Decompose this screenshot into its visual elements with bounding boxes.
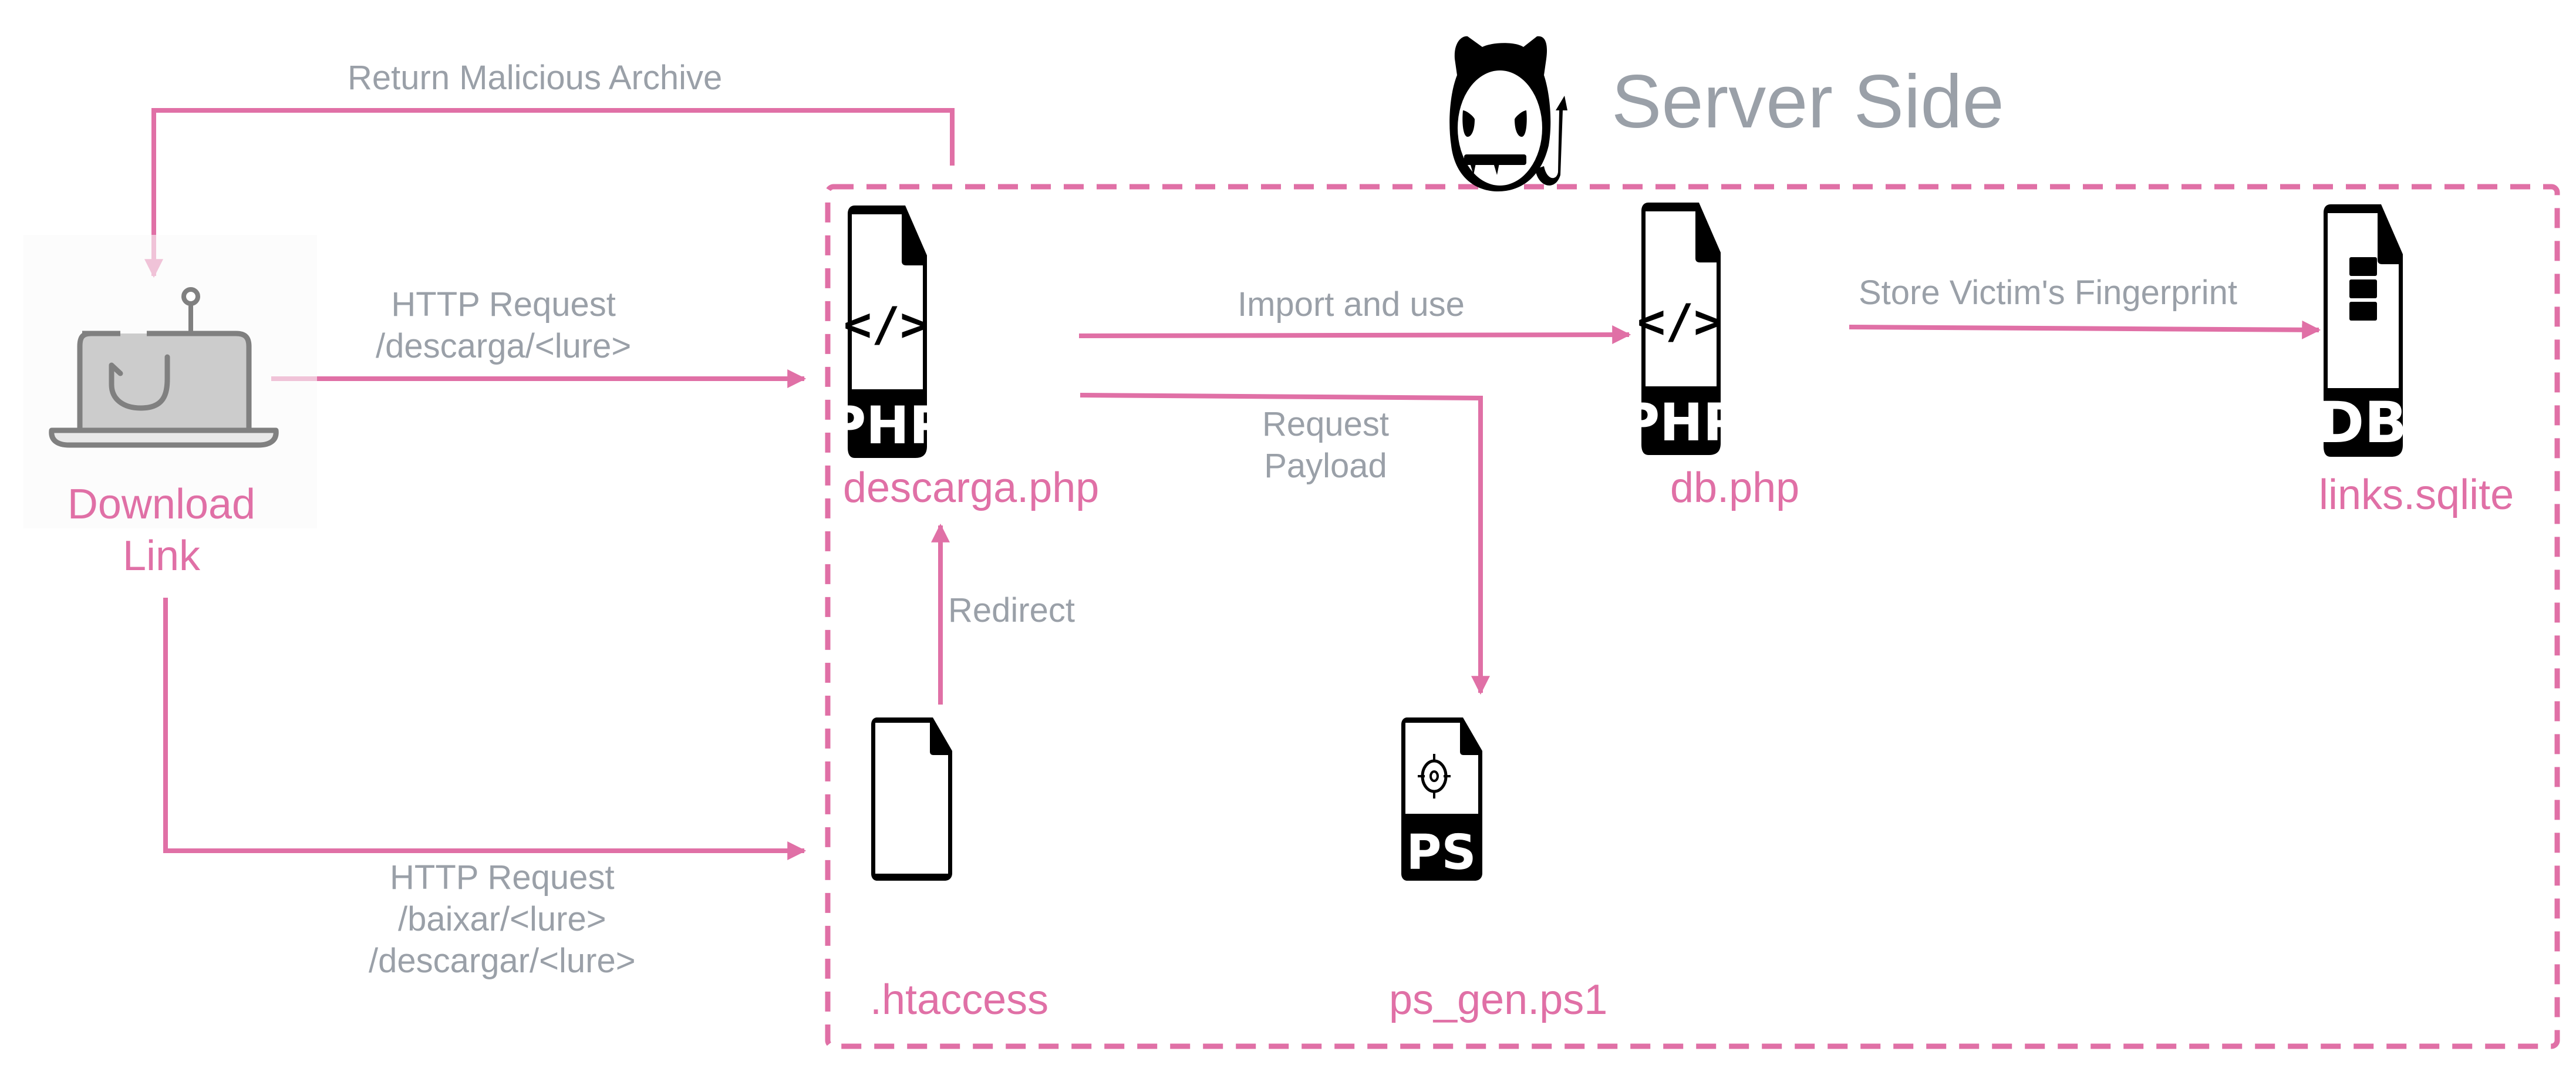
devil-icon <box>1449 36 1567 191</box>
label-links-sqlite: links.sqlite <box>2319 471 2514 518</box>
sqlite-db-file-icon: DB <box>2318 204 2408 457</box>
code-glyph: </> <box>1637 294 1722 349</box>
label-http-request-2-line2: /baixar/<lure> <box>397 899 606 938</box>
htaccess-file-icon <box>871 717 952 881</box>
descarga-php-file-icon: </> PHP <box>828 205 948 458</box>
label-request-payload-line1: Request <box>1262 405 1390 443</box>
edge-http-request-baixar <box>163 598 807 860</box>
edge-import-use <box>1078 325 1631 345</box>
database-rows-icon <box>2349 257 2377 276</box>
label-request-payload: Request Payload <box>1262 404 1389 487</box>
php-badge: PHP <box>1622 392 1741 453</box>
label-return-archive: Return Malicious Archive <box>348 59 723 97</box>
edge-store-fingerprint <box>1849 320 2321 339</box>
label-request-payload-line2: Payload <box>1264 446 1387 485</box>
label-import-use: Import and use <box>1238 285 1465 324</box>
db-php-file-icon: </> PHP <box>1622 203 1741 455</box>
code-glyph: </> <box>844 297 929 352</box>
php-badge: PHP <box>828 395 948 456</box>
label-http-request-2-line1: HTTP Request <box>390 858 615 897</box>
label-http-request-2-line3: /descargar/<lure> <box>369 941 636 980</box>
label-http-request-2: HTTP Request /baixar/<lure> /descargar/<… <box>369 857 636 982</box>
label-http-request-1-line1: HTTP Request <box>391 285 616 324</box>
label-htaccess: .htaccess <box>870 976 1049 1023</box>
label-download-link: Download Link <box>65 479 258 582</box>
ps-gen-file-icon: PS <box>1401 717 1482 881</box>
label-download-link-line2: Link <box>122 532 201 580</box>
label-http-request-1: HTTP Request /descarga/<lure> <box>376 284 631 368</box>
server-side-title: Server Side <box>1611 60 2004 144</box>
label-db-php: db.php <box>1670 464 1800 511</box>
db-badge: DB <box>2318 390 2408 456</box>
label-ps-gen: ps_gen.ps1 <box>1389 976 1608 1023</box>
label-store-fingerprint: Store Victim's Fingerprint <box>1859 274 2237 312</box>
label-descarga-php: descarga.php <box>843 464 1100 511</box>
label-redirect: Redirect <box>948 591 1075 629</box>
ps-badge: PS <box>1406 825 1476 881</box>
label-download-link-line1: Download <box>67 481 256 528</box>
label-http-request-1-line2: /descarga/<lure> <box>376 326 632 365</box>
